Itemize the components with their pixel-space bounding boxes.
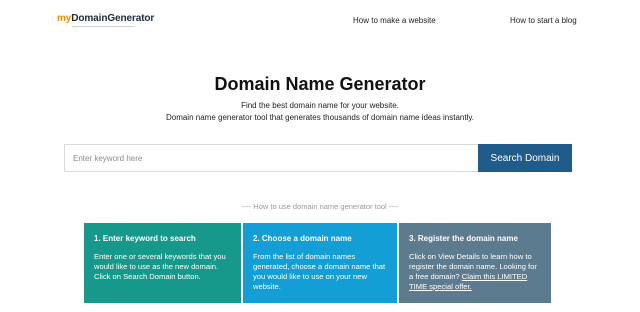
page-title: Domain Name Generator bbox=[214, 74, 426, 94]
page-subtitle-line-1: Find the best domain name for your websi… bbox=[241, 101, 399, 110]
site-header: myDomainGenerator How to make a website … bbox=[0, 0, 640, 44]
step-card-3: 3. Register the domain name Click on Vie… bbox=[399, 223, 551, 303]
search-domain-button[interactable]: Search Domain bbox=[478, 144, 572, 172]
nav-link-make-website[interactable]: How to make a website bbox=[353, 16, 436, 25]
step-1-title: 1. Enter keyword to search bbox=[94, 234, 196, 243]
step-card-1: 1. Enter keyword to search Enter one or … bbox=[84, 223, 241, 303]
step-card-2: 2. Choose a domain name From the list of… bbox=[243, 223, 397, 303]
logo-underline bbox=[72, 26, 134, 27]
step-3-body: Click on View Details to learn how to re… bbox=[409, 252, 541, 292]
page-subtitle-line-2: Domain name generator tool that generate… bbox=[165, 113, 475, 122]
search-input[interactable] bbox=[64, 144, 478, 172]
logo-brand: DomainGenerator bbox=[71, 13, 155, 24]
step-2-title: 2. Choose a domain name bbox=[253, 234, 352, 243]
nav-link-start-blog[interactable]: How to start a blog bbox=[510, 16, 577, 25]
step-2-text: From the list of domain names generated,… bbox=[253, 252, 386, 291]
site-logo[interactable]: myDomainGenerator bbox=[57, 13, 154, 24]
step-3-title: 3. Register the domain name bbox=[409, 234, 518, 243]
logo-prefix: my bbox=[57, 13, 72, 24]
step-1-text: Enter one or several keywords that you w… bbox=[94, 252, 226, 281]
how-to-use-heading: ---- How to use domain name generator to… bbox=[241, 202, 399, 211]
